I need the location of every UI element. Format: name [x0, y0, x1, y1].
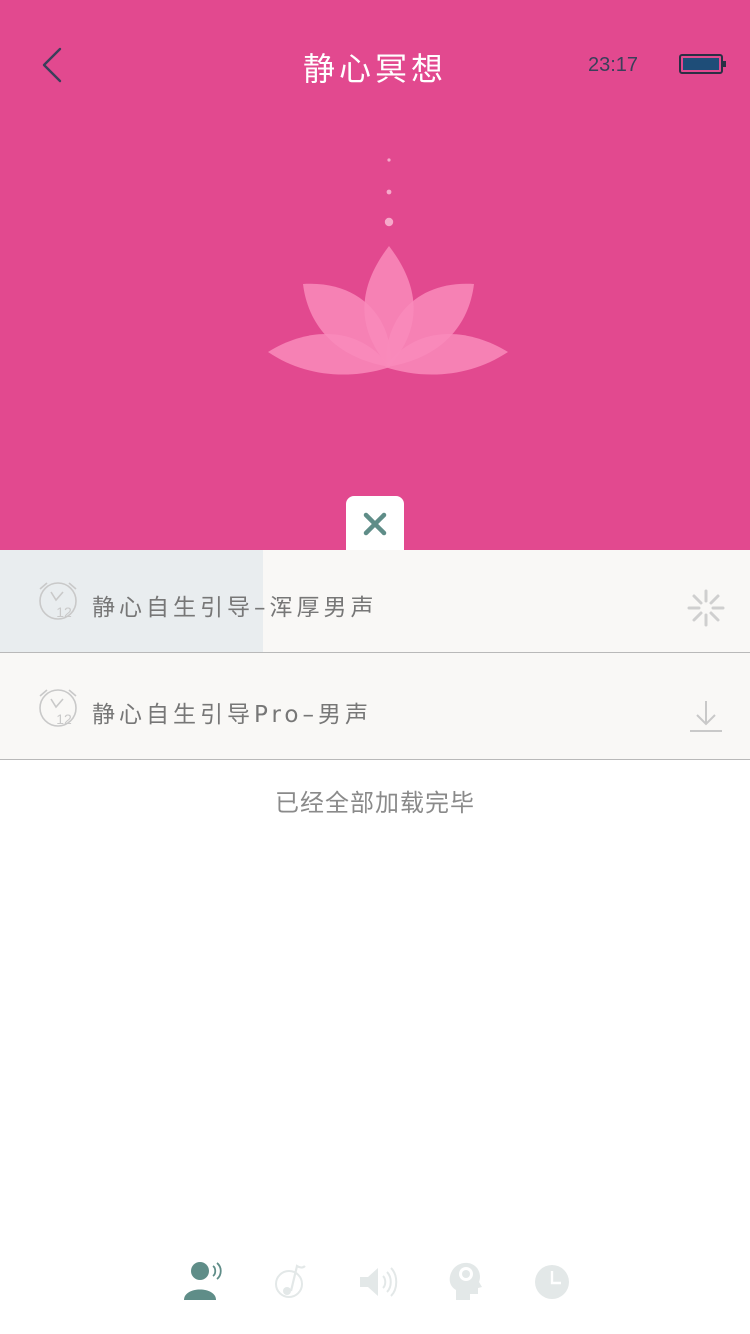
svg-text:12: 12 [56, 711, 72, 727]
hero-banner: 静心冥想 23:17 [0, 0, 750, 552]
close-button[interactable] [346, 496, 404, 552]
speaker-icon [360, 1267, 398, 1297]
lotus-logo [268, 158, 508, 375]
clock-icon [535, 1265, 569, 1299]
nav-item-mind[interactable] [444, 1258, 490, 1304]
track-title: 静心自生引导–浑厚男声 [92, 595, 378, 621]
loaded-status-text: 已经全部加载完毕 [275, 789, 475, 817]
download-icon[interactable] [686, 697, 726, 737]
track-item[interactable]: 12 静心自生引导Pro–男声 [0, 653, 750, 760]
track-title: 静心自生引导Pro–男声 [92, 702, 372, 728]
nav-item-history[interactable] [530, 1258, 576, 1304]
nav-item-sound[interactable] [356, 1258, 402, 1304]
nav-item-music[interactable] [270, 1258, 316, 1304]
head-profile-icon [449, 1262, 482, 1300]
track-list: 12 静心自生引导–浑厚男声 12 静心自生引导Pro–男声 [0, 550, 750, 760]
status-time: 23:17 [588, 54, 639, 76]
music-note-icon [275, 1264, 306, 1298]
track-item[interactable]: 12 静心自生引导–浑厚男声 [0, 550, 750, 653]
alarm-clock-icon: 12 [39, 582, 77, 620]
close-icon [363, 512, 387, 536]
battery-icon [679, 54, 726, 74]
alarm-clock-icon: 12 [39, 689, 77, 727]
svg-text:12: 12 [56, 604, 72, 620]
person-voice-icon [184, 1262, 222, 1300]
loading-spinner-icon [687, 589, 725, 627]
bottom-nav [0, 1258, 750, 1308]
nav-item-voice[interactable] [182, 1258, 228, 1304]
